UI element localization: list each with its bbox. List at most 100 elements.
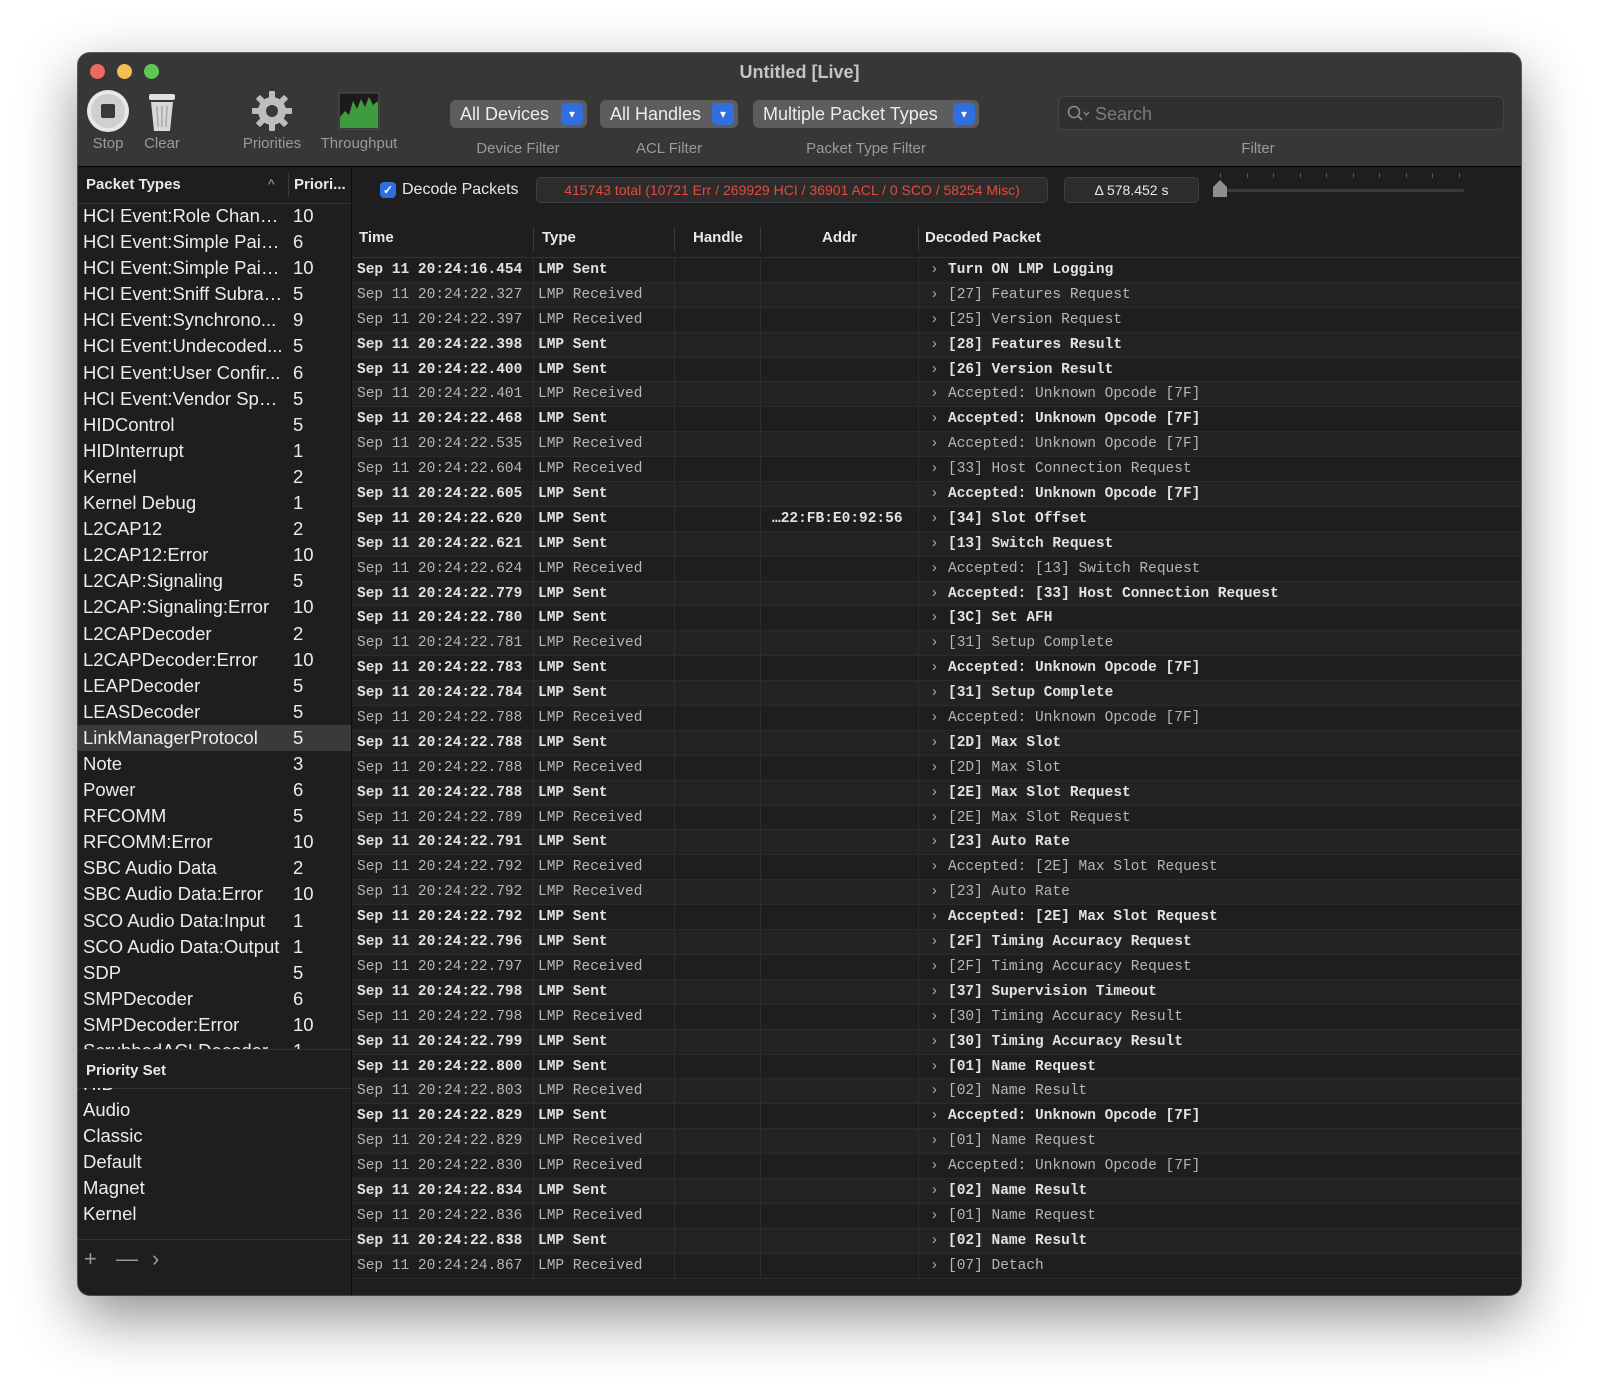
list-item[interactable]: Kernel Debug 1 — [78, 490, 351, 516]
chevron-right-icon[interactable]: › — [930, 536, 939, 552]
chevron-right-icon[interactable]: › — [930, 561, 939, 577]
chevron-right-icon[interactable]: › — [930, 685, 939, 701]
chevron-right-icon[interactable]: › — [930, 834, 939, 850]
packet-types-column-header[interactable]: Packet Types — [86, 176, 181, 193]
list-item[interactable]: HCI Event:User Confir... 6 — [78, 360, 351, 386]
chevron-right-icon[interactable]: › — [930, 461, 939, 477]
table-row[interactable]: Sep 11 20:24:22.468 LMP Sent › Accepted: Un… — [352, 407, 1521, 433]
table-row[interactable]: Sep 11 20:24:22.621 LMP Sent › [13] Switch … — [352, 531, 1521, 557]
table-row[interactable]: Sep 11 20:24:22.803 LMP Received › [02] Nam… — [352, 1079, 1521, 1105]
list-item[interactable]: Audio — [78, 1097, 351, 1123]
list-item[interactable]: LinkManagerProtocol 5 — [78, 724, 351, 751]
table-row[interactable]: Sep 11 20:24:22.401 LMP Received › Accepted… — [352, 382, 1521, 408]
list-item[interactable]: HCI Event:Synchrono... 9 — [78, 307, 351, 333]
chevron-right-icon[interactable]: › — [930, 1083, 939, 1099]
list-item[interactable]: Kernel — [78, 1201, 351, 1227]
table-row[interactable]: Sep 11 20:24:22.327 LMP Received › [27] Fea… — [352, 282, 1521, 308]
table-row[interactable]: Sep 11 20:24:22.788 LMP Received › [2D] Max… — [352, 755, 1521, 781]
sort-up-icon[interactable]: ^ — [268, 176, 275, 192]
table-row[interactable]: Sep 11 20:24:22.791 LMP Sent › [23] Auto Ra… — [352, 830, 1521, 856]
list-item[interactable]: HCI Event:Simple Pairi... 6 — [78, 229, 351, 255]
list-item[interactable]: HCI Event:Sniff Subrat... 5 — [78, 281, 351, 307]
list-item[interactable]: HCI Event:Simple Pairi... 10 — [78, 255, 351, 281]
table-row[interactable]: Sep 11 20:24:22.796 LMP Sent › [2F] Timing … — [352, 930, 1521, 955]
chevron-right-icon[interactable]: › — [930, 1059, 939, 1075]
table-row[interactable]: Sep 11 20:24:22.605 LMP Sent › Accepted: Un… — [352, 482, 1521, 507]
addr-column-header[interactable]: Addr — [822, 229, 857, 246]
acl-filter-popup[interactable]: All Handles ▾ — [600, 100, 738, 128]
minus-icon[interactable]: — — [116, 1246, 138, 1272]
throughput-button[interactable]: Throughput — [316, 89, 402, 152]
chevron-right-icon[interactable]: › — [930, 884, 939, 900]
table-row[interactable]: Sep 11 20:24:22.798 LMP Sent › [37] Supervi… — [352, 979, 1521, 1005]
chevron-right-icon[interactable]: › — [930, 337, 939, 353]
slider-knob[interactable] — [1211, 179, 1229, 199]
time-slider[interactable] — [1214, 189, 1464, 192]
search-input[interactable] — [1093, 102, 1497, 126]
list-item[interactable]: Note 3 — [78, 751, 351, 777]
table-row[interactable]: Sep 11 20:24:22.829 LMP Received › [01] Nam… — [352, 1129, 1521, 1155]
chevron-right-icon[interactable]: › — [930, 262, 939, 278]
list-item[interactable]: SDP 5 — [78, 960, 351, 986]
chevron-right-icon[interactable]: › — [930, 586, 939, 602]
list-item[interactable]: HIDInterrupt 1 — [78, 438, 351, 464]
handle-column-header[interactable]: Handle — [693, 229, 743, 246]
list-item[interactable]: SBC Audio Data 2 — [78, 855, 351, 881]
priorities-button[interactable]: Priorities — [238, 89, 306, 152]
decode-packets-label[interactable]: Decode Packets — [402, 181, 519, 199]
chevron-right-icon[interactable]: › — [152, 1246, 159, 1272]
table-row[interactable]: Sep 11 20:24:22.798 LMP Received › [30] Tim… — [352, 1004, 1521, 1030]
table-row[interactable]: Sep 11 20:24:22.783 LMP Sent › Accepted: Un… — [352, 656, 1521, 682]
chevron-right-icon[interactable]: › — [930, 436, 939, 452]
list-item[interactable]: Kernel 2 — [78, 464, 351, 490]
table-row[interactable]: Sep 11 20:24:22.789 LMP Received › [2E] Max… — [352, 805, 1521, 831]
packet-type-filter-popup[interactable]: Multiple Packet Types ▾ — [753, 100, 979, 128]
table-row[interactable]: Sep 11 20:24:22.535 LMP Received › Accepted… — [352, 432, 1521, 458]
table-row[interactable]: Sep 11 20:24:22.800 LMP Sent › [01] Name Re… — [352, 1054, 1521, 1080]
chevron-right-icon[interactable]: › — [930, 859, 939, 875]
chevron-right-icon[interactable]: › — [930, 312, 939, 328]
table-row[interactable]: Sep 11 20:24:22.781 LMP Received › [31] Set… — [352, 631, 1521, 657]
chevron-right-icon[interactable]: › — [930, 411, 939, 427]
chevron-right-icon[interactable]: › — [930, 1258, 939, 1274]
list-item[interactable]: HID — [78, 1088, 351, 1097]
list-item[interactable]: Magnet — [78, 1175, 351, 1201]
type-column-header[interactable]: Type — [542, 229, 576, 246]
chevron-right-icon[interactable]: › — [930, 1009, 939, 1025]
device-filter-popup[interactable]: All Devices ▾ — [450, 100, 587, 128]
clear-button[interactable]: Clear — [138, 89, 186, 152]
chevron-right-icon[interactable]: › — [930, 635, 939, 651]
decoded-packet-column-header[interactable]: Decoded Packet — [925, 229, 1041, 246]
table-row[interactable]: Sep 11 20:24:22.834 LMP Sent › [02] Name Re… — [352, 1178, 1521, 1204]
plus-icon[interactable]: + — [84, 1246, 97, 1272]
table-row[interactable]: Sep 11 20:24:22.788 LMP Sent › [2D] Max Slo… — [352, 730, 1521, 756]
table-row[interactable]: Sep 11 20:24:22.829 LMP Sent › Accepted: Un… — [352, 1104, 1521, 1130]
list-item[interactable]: L2CAP:Signaling 5 — [78, 568, 351, 594]
table-row[interactable]: Sep 11 20:24:22.836 LMP Received › [01] Nam… — [352, 1203, 1521, 1229]
list-item[interactable]: L2CAP:Signaling:Error 10 — [78, 594, 351, 620]
list-item[interactable]: SBC Audio Data:Error 10 — [78, 881, 351, 907]
list-item[interactable]: HCI Event:Undecoded... 5 — [78, 333, 351, 359]
list-item[interactable]: SCO Audio Data:Input 1 — [78, 908, 351, 934]
table-row[interactable]: Sep 11 20:24:22.400 LMP Sent › [26] Version… — [352, 357, 1521, 383]
table-row[interactable]: Sep 11 20:24:22.788 LMP Sent › [2E] Max Slo… — [352, 780, 1521, 806]
chevron-right-icon[interactable]: › — [930, 785, 939, 801]
packet-types-list[interactable]: HCI Event:Role Chang... 10 HCI Event:Simpl… — [78, 203, 351, 1050]
chevron-right-icon[interactable]: › — [930, 287, 939, 303]
list-item[interactable]: HIDControl 5 — [78, 412, 351, 438]
chevron-right-icon[interactable]: › — [930, 984, 939, 1000]
chevron-right-icon[interactable]: › — [930, 760, 939, 776]
table-row[interactable]: Sep 11 20:24:22.398 LMP Sent › [28] Feature… — [352, 332, 1521, 358]
chevron-right-icon[interactable]: › — [930, 610, 939, 626]
chevron-right-icon[interactable]: › — [930, 1208, 939, 1224]
list-item[interactable]: RFCOMM 5 — [78, 803, 351, 829]
list-item[interactable]: Default — [78, 1149, 351, 1175]
table-row[interactable]: Sep 11 20:24:22.838 LMP Sent › [02] Name Re… — [352, 1228, 1521, 1254]
table-row[interactable]: Sep 11 20:24:22.780 LMP Sent › [3C] Set AFH — [352, 606, 1521, 632]
chevron-right-icon[interactable]: › — [930, 386, 939, 402]
table-row[interactable]: Sep 11 20:24:22.830 LMP Received › Accepted… — [352, 1154, 1521, 1179]
chevron-right-icon[interactable]: › — [930, 1158, 939, 1174]
list-item[interactable]: LEASDecoder 5 — [78, 699, 351, 725]
list-item[interactable]: HCI Event:Role Chang... 10 — [78, 203, 351, 229]
list-item[interactable]: LEAPDecoder 5 — [78, 673, 351, 699]
